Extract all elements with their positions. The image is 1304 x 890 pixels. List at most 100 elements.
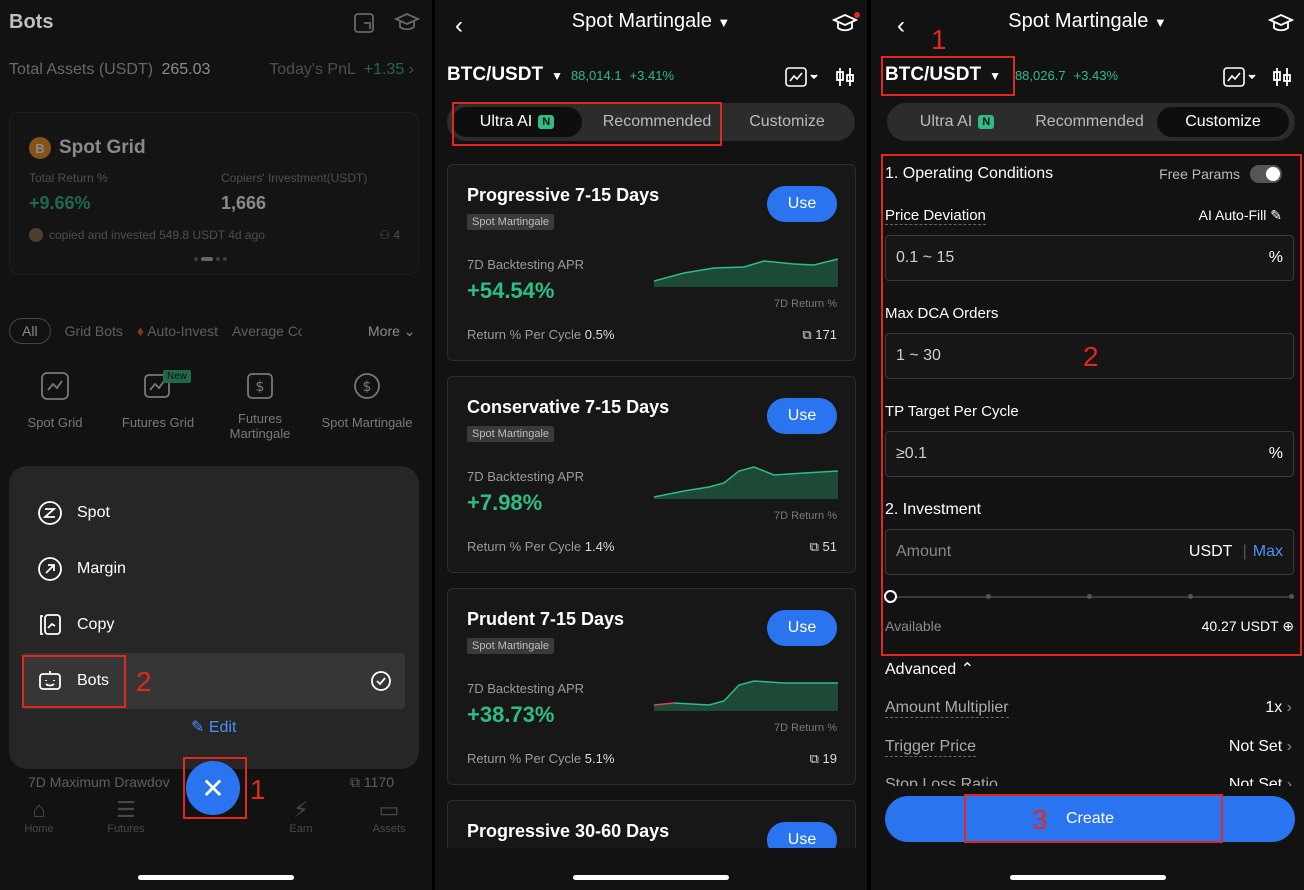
- amount-multiplier-value: 1x: [1265, 699, 1283, 716]
- candlestick-settings-icon[interactable]: [1272, 66, 1292, 93]
- spot-martingale-icon: $: [354, 373, 380, 399]
- copy-count-icon: ⧉: [802, 327, 816, 342]
- advanced-toggle[interactable]: Advanced ⌃: [885, 659, 974, 679]
- use-button[interactable]: Use: [767, 186, 837, 222]
- tab-label: Recommended: [1035, 113, 1144, 130]
- return-per-cycle-label: Return % Per Cycle: [467, 539, 582, 554]
- ai-auto-fill-button[interactable]: AI Auto-Fill ✎: [1199, 207, 1282, 224]
- menu-item-bots[interactable]: Bots: [37, 666, 109, 696]
- apr-label: 7D Backtesting APR: [467, 469, 585, 484]
- bot-type-spot-grid[interactable]: Spot Grid: [12, 370, 98, 430]
- graduation-cap-icon[interactable]: [1267, 12, 1295, 41]
- free-params: Free Params: [1159, 165, 1282, 183]
- menu-item-margin[interactable]: Margin: [37, 554, 126, 584]
- edit-button[interactable]: ✎ Edit: [191, 717, 236, 737]
- pencil-icon: ✎: [1270, 207, 1282, 223]
- page-title[interactable]: Spot Martingale ▼: [435, 10, 867, 33]
- pair-selector[interactable]: BTC/USDT ▼ 88,014.1 +3.41%: [447, 64, 674, 86]
- tab-home[interactable]: ⌂ Home: [4, 797, 74, 835]
- more-label: More: [368, 323, 400, 339]
- copy-trade-icon[interactable]: [352, 11, 376, 40]
- add-circle-icon[interactable]: ⊕: [1282, 618, 1294, 634]
- flame-icon: ♦: [136, 323, 145, 339]
- close-menu-button[interactable]: ✕: [186, 761, 240, 815]
- total-assets-label: Total Assets (USDT): [9, 61, 154, 78]
- strategy-title: Progressive 30-60 Days: [467, 821, 670, 841]
- tp-target-input[interactable]: ≥0.1 %: [885, 431, 1294, 477]
- bot-icon: [39, 671, 61, 690]
- home-indicator: [573, 875, 729, 880]
- amount-multiplier-setting[interactable]: 1x ›: [1265, 699, 1292, 717]
- graduation-cap-icon[interactable]: [393, 11, 421, 40]
- home-indicator: [138, 875, 294, 880]
- annotation-number-2: 2: [1083, 341, 1099, 372]
- return-7d-label: 7D Return %: [774, 722, 837, 734]
- pair-change: +3.43%: [1073, 68, 1119, 83]
- free-params-toggle[interactable]: [1250, 165, 1282, 183]
- caret-down-icon: ▼: [1153, 15, 1167, 30]
- todays-pnl[interactable]: Today's PnL +1.35 ›: [269, 61, 414, 79]
- bot-type-spot-martingale[interactable]: $ Spot Martingale: [312, 370, 422, 430]
- annotation-number-1: 1: [250, 774, 266, 805]
- use-button[interactable]: Use: [767, 398, 837, 434]
- wallet-icon: ▭: [378, 797, 400, 822]
- copy-count: 171: [815, 327, 837, 342]
- strategy-card[interactable]: Prudent 7-15 Days Spot Martingale Use 7D…: [447, 588, 856, 785]
- tab-assets[interactable]: ▭ Assets: [354, 797, 424, 835]
- trigger-price-setting[interactable]: Not Set ›: [1229, 738, 1292, 756]
- pair-selector[interactable]: BTC/USDT ▼ 88,026.7 +3.43%: [885, 64, 1118, 86]
- investment-value: 1,666: [221, 193, 267, 213]
- percent-unit: %: [1268, 445, 1283, 462]
- filter-grid-bots[interactable]: Grid Bots: [65, 323, 123, 339]
- filter-average[interactable]: Average Co: [232, 323, 302, 339]
- behind-count: 1170: [363, 774, 394, 790]
- strategy-card[interactable]: Conservative 7-15 Days Spot Martingale U…: [447, 376, 856, 573]
- tab-customize[interactable]: Customize: [1157, 107, 1289, 137]
- price-deviation-input[interactable]: 0.1 ~ 15 %: [885, 235, 1294, 281]
- pair-name: BTC/USDT: [885, 64, 982, 85]
- filter-all[interactable]: All: [9, 318, 51, 344]
- max-button[interactable]: Max: [1253, 543, 1283, 560]
- tab-customize[interactable]: Customize: [727, 107, 847, 137]
- create-button[interactable]: Create: [885, 796, 1295, 842]
- svg-text:$: $: [363, 379, 372, 395]
- tab-ultra-ai[interactable]: Ultra AI N: [892, 107, 1022, 137]
- spot-martingale-customize-screen: ‹ Spot Martingale ▼ 1 BTC/USDT ▼ 88,026.…: [871, 0, 1304, 890]
- menu-item-spot[interactable]: Spot: [37, 498, 110, 528]
- tab-earn[interactable]: ⚡ Earn: [266, 797, 336, 835]
- use-button[interactable]: Use: [767, 610, 837, 646]
- apr-label: 7D Backtesting APR: [467, 257, 585, 272]
- apr-value: +38.73%: [467, 702, 555, 727]
- amount-input[interactable]: Amount USDT | Max: [885, 529, 1294, 575]
- tab-futures[interactable]: ☰ Futures: [91, 797, 161, 835]
- filter-auto-invest[interactable]: Auto-Invest: [147, 323, 218, 339]
- candlestick-settings-icon[interactable]: [835, 66, 855, 93]
- copy-count: 51: [822, 539, 837, 554]
- tab-recommended[interactable]: Recommended: [587, 107, 727, 137]
- copied-text: copied and invested 549.8 USDT 4d ago: [49, 228, 265, 242]
- return-per-cycle-label: Return % Per Cycle: [467, 751, 582, 766]
- free-params-label: Free Params: [1159, 166, 1240, 182]
- amount-placeholder: Amount: [896, 543, 952, 560]
- chart-icon[interactable]: [785, 66, 819, 93]
- copy-count-icon: ⧉: [809, 539, 823, 554]
- return-label: Total Return %: [29, 171, 108, 185]
- tab-label: Home: [24, 823, 54, 835]
- caret-down-icon: ▼: [717, 15, 731, 30]
- strategy-card[interactable]: Progressive 7-15 Days Spot Martingale Us…: [447, 164, 856, 361]
- graduation-cap-icon[interactable]: [831, 12, 860, 41]
- tab-recommended[interactable]: Recommended: [1022, 107, 1157, 137]
- bot-type-futures-martingale[interactable]: $ Futures Martingale: [217, 370, 303, 441]
- apr-label: 7D Backtesting APR: [467, 681, 585, 696]
- more-filters[interactable]: More ⌄: [368, 323, 416, 340]
- tab-label: Recommended: [602, 113, 712, 130]
- menu-item-copy[interactable]: Copy: [37, 610, 114, 640]
- spot-grid-card[interactable]: B Spot Grid Total Return % +9.66% Copier…: [9, 112, 419, 275]
- page-title: Bots: [9, 11, 54, 33]
- tab-ultra-ai[interactable]: Ultra AI N: [452, 107, 582, 137]
- chart-icon[interactable]: [1223, 66, 1257, 93]
- trade-menu: Spot Margin Copy Bots ✎ Edit: [9, 466, 419, 769]
- caret-down-icon: ▼: [989, 69, 1001, 83]
- behind-label: 7D Maximum Drawdov: [28, 774, 170, 790]
- bot-type-futures-grid[interactable]: New Futures Grid: [115, 370, 201, 430]
